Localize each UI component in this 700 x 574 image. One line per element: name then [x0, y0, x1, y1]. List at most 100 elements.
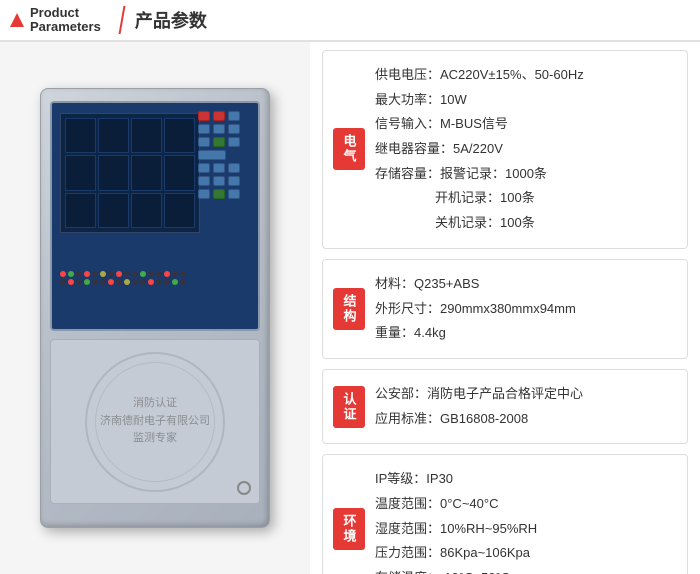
- watermark-text-1: 消防认证: [133, 395, 177, 413]
- spec-content-certification: 公安部：消防电子产品合格评定中心 应用标准：GB16808-2008: [375, 382, 673, 431]
- button-blue: [228, 137, 240, 147]
- spec-line: 关机记录：100条: [375, 211, 673, 236]
- watermark-circle: 消防认证 济南德耐电子有限公司 监测专家: [85, 352, 225, 492]
- screen-cell: [98, 118, 129, 153]
- indicator-dot: [68, 271, 74, 277]
- indicator-dot: [164, 271, 170, 277]
- indicator-dot: [132, 279, 138, 285]
- spec-card-environment: 环境 IP等级：IP30 温度范围：0°C~40°C 湿度范围：10%RH~95…: [322, 454, 688, 574]
- spec-line: 存储温度：-10°C~50°C: [375, 566, 673, 574]
- specs-section: 电气 供电电压：AC220V±15%、50-60Hz 最大功率：10W 信号输入…: [310, 42, 700, 574]
- indicator-dot: [116, 279, 122, 285]
- button-blue: [198, 124, 210, 134]
- watermark-inner: 消防认证 济南德耐电子有限公司 监测专家: [95, 362, 215, 482]
- header-divider: [118, 6, 125, 34]
- page-header: ProductParameters 产品参数: [0, 0, 700, 42]
- screen-cell: [164, 155, 195, 190]
- spec-line: 供电电压：AC220V±15%、50-60Hz: [375, 63, 673, 88]
- indicator-dot: [108, 271, 114, 277]
- screen-cell: [131, 118, 162, 153]
- indicator-dot: [84, 279, 90, 285]
- spec-line: IP等级：IP30: [375, 467, 673, 492]
- indicator-dot: [108, 279, 114, 285]
- spec-line: 应用标准：GB16808-2008: [375, 407, 673, 432]
- spec-line: 信号输入：M-BUS信号: [375, 112, 673, 137]
- device-bottom-panel: 消防认证 济南德耐电子有限公司 监测专家: [50, 339, 260, 504]
- indicator-dot: [140, 271, 146, 277]
- screen-cell: [131, 193, 162, 228]
- spec-line: 外形尺寸：290mmx380mmx94mm: [375, 297, 673, 322]
- spec-content-electrical: 供电电压：AC220V±15%、50-60Hz 最大功率：10W 信号输入：M-…: [375, 63, 673, 236]
- indicator-dot: [148, 271, 154, 277]
- spec-card-structure: 结构 材料：Q235+ABS 外形尺寸：290mmx380mmx94mm 重量：…: [322, 259, 688, 359]
- spec-line: 存储容量：报警记录：1000条: [375, 162, 673, 187]
- screen-grid: [60, 113, 200, 233]
- indicator-dot: [60, 279, 66, 285]
- spec-line: 继电器容量：5A/220V: [375, 137, 673, 162]
- device-image-section: 消防认证 济南德耐电子有限公司 监测专家: [0, 42, 310, 574]
- button-blue: [228, 189, 240, 199]
- indicator-dot: [124, 271, 130, 277]
- button-blue: [198, 189, 210, 199]
- indicator-dot: [76, 271, 82, 277]
- button-blue: [213, 163, 225, 173]
- button-blue: [228, 124, 240, 134]
- screen-cell: [65, 193, 96, 228]
- indicator-dot: [116, 271, 122, 277]
- indicator-dot: [140, 279, 146, 285]
- button-blue: [198, 176, 210, 186]
- button-blue: [228, 163, 240, 173]
- triangle-icon: [10, 13, 24, 27]
- button-blue: [213, 176, 225, 186]
- indicator-dot: [60, 271, 66, 277]
- screen-cell: [98, 193, 129, 228]
- button-blue: [198, 163, 210, 173]
- screen-cell: [131, 155, 162, 190]
- category-badge-structure: 结构: [333, 288, 365, 330]
- indicator-dot: [100, 279, 106, 285]
- main-content: 消防认证 济南德耐电子有限公司 监测专家 电气 供电电压：AC220V±15%、…: [0, 42, 700, 574]
- category-badge-certification: 认证: [333, 386, 365, 428]
- indicator-dot: [76, 279, 82, 285]
- spec-line: 重量：4.4kg: [375, 321, 673, 346]
- button-wide: [198, 150, 226, 160]
- indicator-dot: [124, 279, 130, 285]
- indicator-dot: [156, 271, 162, 277]
- header-en-title: ProductParameters: [30, 6, 101, 35]
- spec-line: 温度范围：0°C~40°C: [375, 492, 673, 517]
- button-blue: [228, 176, 240, 186]
- indicator-dot: [172, 279, 178, 285]
- indicator-dot: [180, 279, 186, 285]
- button-blue: [213, 124, 225, 134]
- indicator-dot: [92, 271, 98, 277]
- button-blue: [198, 137, 210, 147]
- button-blue: [228, 111, 240, 121]
- header-zh-title: 产品参数: [135, 7, 207, 33]
- spec-line: 最大功率：10W: [375, 88, 673, 113]
- indicator-dot: [164, 279, 170, 285]
- button-panel: [198, 111, 252, 199]
- spec-line: 湿度范围：10%RH~95%RH: [375, 517, 673, 542]
- spec-line: 公安部：消防电子产品合格评定中心: [375, 382, 673, 407]
- device-body: 消防认证 济南德耐电子有限公司 监测专家: [40, 88, 270, 528]
- indicator-dot: [84, 271, 90, 277]
- button-red: [198, 111, 210, 121]
- category-badge-electrical: 电气: [333, 128, 365, 170]
- button-green: [213, 137, 225, 147]
- screen-cell: [98, 155, 129, 190]
- category-badge-environment: 环境: [333, 508, 365, 550]
- indicator-dot: [92, 279, 98, 285]
- indicator-dot: [68, 279, 74, 285]
- screen-cell: [65, 118, 96, 153]
- indicator-area: [60, 271, 252, 321]
- indicator-dot: [180, 271, 186, 277]
- spec-line: 开机记录：100条: [375, 186, 673, 211]
- lock-icon: [237, 481, 251, 495]
- device-screen-panel: [50, 101, 260, 331]
- button-green: [213, 189, 225, 199]
- header-left: ProductParameters: [10, 6, 109, 35]
- indicator-dot: [172, 271, 178, 277]
- watermark-text-3: 监测专家: [133, 430, 177, 448]
- indicator-dot: [156, 279, 162, 285]
- spec-line: 材料：Q235+ABS: [375, 272, 673, 297]
